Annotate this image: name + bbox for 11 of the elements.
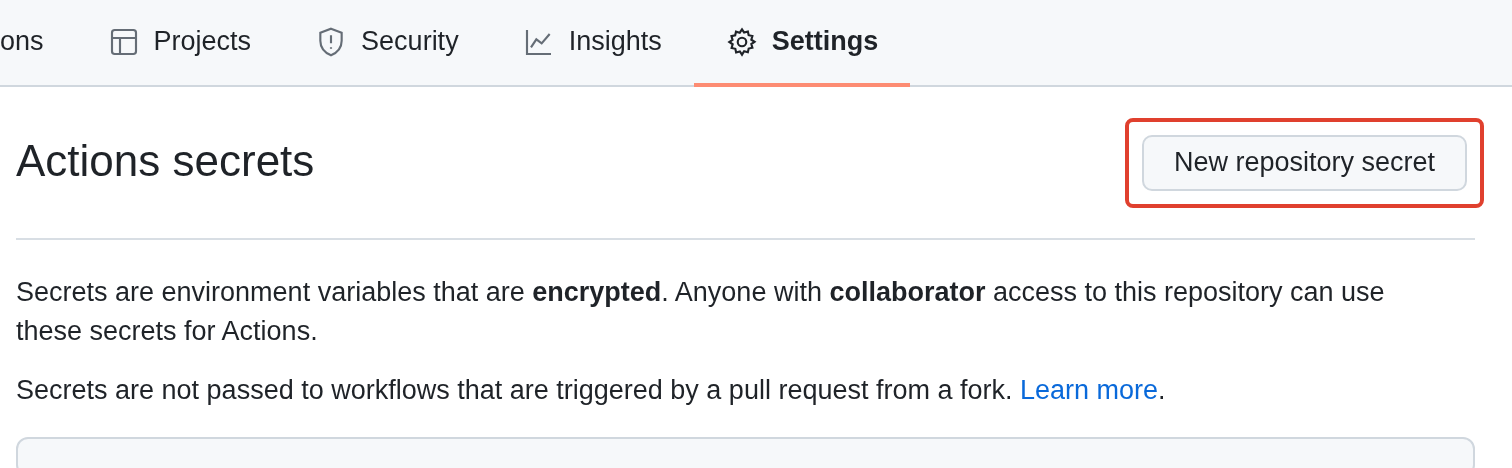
page-heading: Actions secrets (16, 138, 315, 183)
nav-tab[interactable]: ons (0, 0, 76, 87)
nav-tab[interactable]: Settings (693, 0, 911, 87)
nav-tab[interactable]: Insights (490, 0, 694, 87)
nav-tab[interactable]: Projects (75, 0, 284, 87)
nav-tab[interactable]: Security (283, 0, 491, 87)
fork-note: Secrets are not passed to workflows that are triggered by a pull request from a fork. Learn more. (16, 374, 1167, 407)
new-secret-button[interactable]: New repository secret (1141, 134, 1467, 191)
description-text: Secrets are environment variables that are encrypted. Anyone with collaborator access to this repository can use these secrets for Actions. (16, 276, 1386, 348)
learn-more-link[interactable]: Learn more (1020, 375, 1159, 405)
settings-icon (725, 25, 758, 58)
